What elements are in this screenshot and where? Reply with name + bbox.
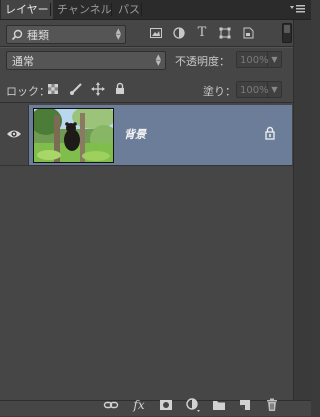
opacity-input[interactable]: 100% xyxy=(236,51,269,68)
layer-thumbnail-image xyxy=(34,109,113,162)
filter-kind-label: 種類 xyxy=(27,29,49,42)
lock-label: ロック： xyxy=(6,85,50,98)
lock-image-icon[interactable] xyxy=(69,82,83,96)
filter-toggle-switch[interactable] xyxy=(282,23,292,43)
image-filter-icon[interactable] xyxy=(149,26,163,40)
blend-mode-select[interactable]: 通常 ▲ ▼ xyxy=(6,51,166,70)
divider xyxy=(0,47,293,48)
menu-lines-icon xyxy=(290,5,305,13)
layer-name[interactable]: 背景 xyxy=(124,126,146,142)
eye-icon xyxy=(7,130,21,138)
panel-menu-button[interactable] xyxy=(289,2,307,16)
select-arrows-icon: ▲ ▼ xyxy=(115,27,121,41)
layers-panel-body xyxy=(0,20,294,400)
panel-scrollbar[interactable] xyxy=(294,20,311,400)
fill-input[interactable]: 100% xyxy=(236,81,269,98)
tab-channels[interactable]: チャンネル xyxy=(53,0,116,19)
link-layers-icon[interactable] xyxy=(103,397,119,413)
tab-divider xyxy=(141,3,142,16)
shape-filter-icon[interactable] xyxy=(218,26,232,40)
new-group-icon[interactable] xyxy=(211,397,227,413)
adjustment-filter-icon[interactable] xyxy=(172,26,186,40)
fill-dropdown-button[interactable]: ▼ xyxy=(268,81,282,98)
tab-divider xyxy=(111,3,112,16)
adjustment-layer-icon[interactable] xyxy=(185,397,201,413)
lock-position-icon[interactable] xyxy=(91,82,105,96)
lock-transparent-icon[interactable] xyxy=(46,82,60,96)
trash-icon[interactable] xyxy=(264,397,280,413)
tab-layers[interactable]: レイヤー xyxy=(1,0,53,19)
lock-all-icon[interactable] xyxy=(113,82,127,96)
fill-label: 塗り： xyxy=(203,85,236,98)
layer-row-divider xyxy=(0,165,293,166)
add-mask-icon[interactable] xyxy=(158,397,174,413)
select-arrows-icon: ▲ ▼ xyxy=(155,53,161,67)
search-icon xyxy=(11,29,23,41)
filter-kind-select[interactable]: 種類 ▲ ▼ xyxy=(6,25,126,44)
new-layer-icon[interactable] xyxy=(237,397,253,413)
opacity-label: 不透明度： xyxy=(175,55,230,68)
toggle-knob xyxy=(284,25,290,33)
tab-paths[interactable]: パス xyxy=(114,0,144,19)
type-filter-icon[interactable]: T xyxy=(195,26,209,40)
layer-lock-icon xyxy=(263,126,277,140)
blend-mode-value: 通常 xyxy=(12,55,34,68)
smart-object-filter-icon[interactable] xyxy=(241,26,255,40)
fx-icon[interactable]: fx xyxy=(131,397,147,413)
layer-thumbnail[interactable] xyxy=(33,108,114,163)
tab-divider xyxy=(50,3,51,16)
divider xyxy=(0,102,293,103)
layer-visibility-toggle[interactable] xyxy=(0,105,29,165)
opacity-dropdown-button[interactable]: ▼ xyxy=(268,51,282,68)
